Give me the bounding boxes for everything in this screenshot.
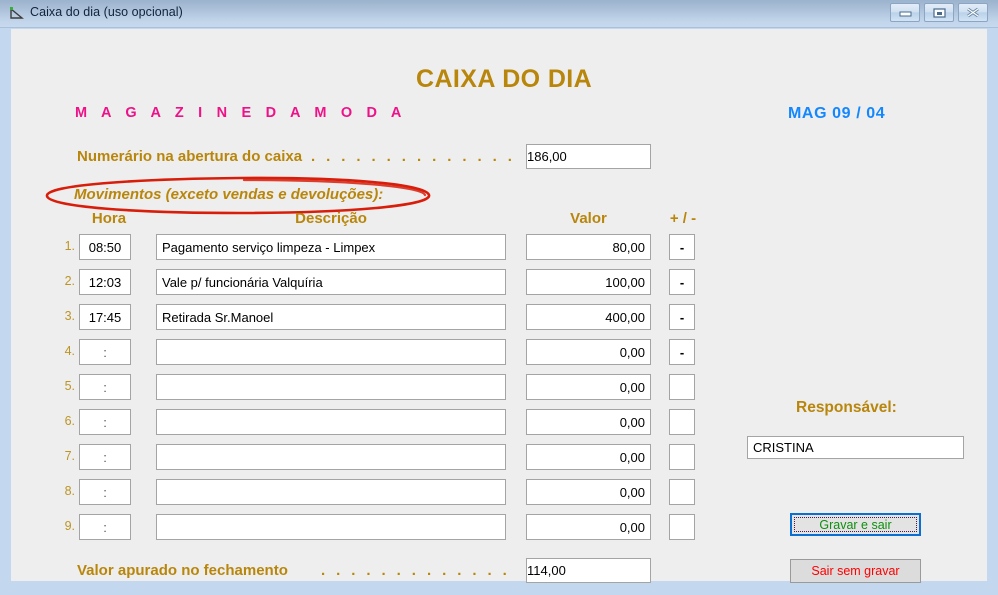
row-sign-input[interactable]: [669, 444, 695, 470]
table-row: 7.: [11, 444, 711, 470]
application-window: Caixa do dia (uso opcional) CAIXA DO DIA…: [0, 0, 998, 595]
row-sign-input[interactable]: [669, 374, 695, 400]
opening-balance-leader: . . . . . . . . . . . . . . . . . . . . …: [311, 148, 516, 165]
row-number: 6.: [64, 414, 75, 428]
row-description-input[interactable]: [156, 374, 506, 400]
row-time-input[interactable]: [79, 444, 131, 470]
row-time-input[interactable]: [79, 339, 131, 365]
row-description-input[interactable]: [156, 409, 506, 435]
row-time-input[interactable]: [79, 304, 131, 330]
row-sign-input[interactable]: [669, 269, 695, 295]
row-value-input[interactable]: [526, 269, 651, 295]
row-description-input[interactable]: [156, 479, 506, 505]
row-value-input[interactable]: [526, 514, 651, 540]
row-sign-input[interactable]: [669, 304, 695, 330]
window-title: Caixa do dia (uso opcional): [30, 5, 183, 19]
close-icon: [967, 7, 979, 18]
column-header-hora: Hora: [91, 210, 127, 227]
exit-without-saving-button[interactable]: Sair sem gravar: [790, 559, 921, 583]
row-value-input[interactable]: [526, 479, 651, 505]
row-sign-input[interactable]: [669, 234, 695, 260]
restore-button[interactable]: [924, 3, 954, 22]
row-number: 9.: [64, 519, 75, 533]
row-description-input[interactable]: [156, 269, 506, 295]
row-number: 8.: [64, 484, 75, 498]
ruler-triangle-icon: [9, 6, 25, 22]
opening-balance-label: Numerário na abertura do caixa: [77, 148, 303, 165]
row-sign-input[interactable]: [669, 409, 695, 435]
column-header-descricao: Descrição: [295, 210, 367, 227]
page-title: CAIXA DO DIA: [416, 65, 593, 93]
column-header-valor: Valor: [570, 210, 607, 227]
title-bar[interactable]: Caixa do dia (uso opcional): [0, 0, 998, 28]
table-row: 1.: [11, 234, 711, 260]
row-time-input[interactable]: [79, 234, 131, 260]
opening-balance-input[interactable]: [526, 144, 651, 169]
row-sign-input[interactable]: [669, 339, 695, 365]
row-description-input[interactable]: [156, 514, 506, 540]
closing-value-leader: . . . . . . . . . . . . . . . . . . . .: [321, 562, 516, 579]
responsible-input[interactable]: [747, 436, 964, 459]
row-value-input[interactable]: [526, 444, 651, 470]
row-value-input[interactable]: [526, 374, 651, 400]
row-number: 7.: [64, 449, 75, 463]
row-time-input[interactable]: [79, 269, 131, 295]
exit-without-saving-label: Sair sem gravar: [811, 564, 900, 578]
row-time-input[interactable]: [79, 409, 131, 435]
row-description-input[interactable]: [156, 234, 506, 260]
minimize-button[interactable]: [890, 3, 920, 22]
closing-value-label: Valor apurado no fechamento: [77, 562, 288, 579]
table-row: 2.: [11, 269, 711, 295]
row-time-input[interactable]: [79, 374, 131, 400]
table-row: 8.: [11, 479, 711, 505]
row-number: 5.: [64, 379, 75, 393]
table-row: 5.: [11, 374, 711, 400]
column-header-sinal: + / -: [669, 210, 697, 227]
form-client-area: CAIXA DO DIA M A G A Z I N E D A M O D A…: [11, 29, 987, 583]
row-number: 1.: [64, 239, 75, 253]
row-sign-input[interactable]: [669, 479, 695, 505]
row-description-input[interactable]: [156, 339, 506, 365]
row-number: 4.: [64, 344, 75, 358]
save-and-exit-button[interactable]: Gravar e sair: [790, 513, 921, 536]
row-description-input[interactable]: [156, 444, 506, 470]
session-date-label: MAG 09 / 04: [788, 105, 886, 122]
row-number: 2.: [64, 274, 75, 288]
row-time-input[interactable]: [79, 514, 131, 540]
row-time-input[interactable]: [79, 479, 131, 505]
closing-value-input[interactable]: [526, 558, 651, 583]
row-value-input[interactable]: [526, 234, 651, 260]
movements-heading: Movimentos (exceto vendas e devoluções):: [74, 186, 384, 203]
table-row: 3.: [11, 304, 711, 330]
minimize-icon: [899, 11, 912, 17]
store-name-label: M A G A Z I N E D A M O D A: [75, 105, 407, 121]
table-row: 4.: [11, 339, 711, 365]
row-value-input[interactable]: [526, 409, 651, 435]
responsible-label: Responsável:: [796, 399, 897, 416]
row-value-input[interactable]: [526, 339, 651, 365]
row-sign-input[interactable]: [669, 514, 695, 540]
row-value-input[interactable]: [526, 304, 651, 330]
table-row: 9.: [11, 514, 711, 540]
row-number: 3.: [64, 309, 75, 323]
restore-icon: [933, 8, 946, 18]
close-button[interactable]: [958, 3, 988, 22]
save-and-exit-label: Gravar e sair: [794, 517, 917, 532]
row-description-input[interactable]: [156, 304, 506, 330]
table-row: 6.: [11, 409, 711, 435]
